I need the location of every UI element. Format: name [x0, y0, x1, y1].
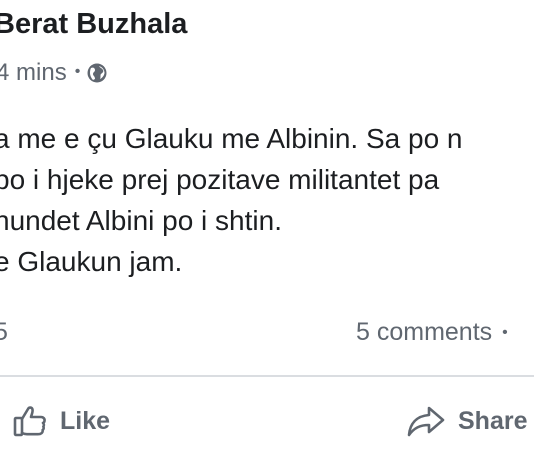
share-label: Share — [458, 406, 528, 435]
like-label: Like — [60, 406, 111, 435]
engagement-counts: 5 5 comments • — [0, 318, 534, 350]
post-body: a me e çu Glauku me Albinin. Sa po n po … — [0, 118, 463, 282]
post-body-line: a me e çu Glauku me Albinin. Sa po n — [0, 123, 463, 154]
meta-separator: • — [74, 63, 81, 80]
globe-icon — [86, 62, 108, 84]
post-author-name[interactable]: Berat Buzhala — [0, 8, 187, 41]
like-button[interactable]: Like — [12, 398, 110, 444]
actions-divider — [0, 375, 534, 377]
post-meta: 4 mins • — [0, 58, 108, 88]
counts-separator: • — [502, 324, 508, 341]
comments-count-label: 5 comments — [356, 318, 493, 346]
post-body-line: hundet Albini po i shtin. — [0, 205, 282, 236]
post-body-line: po i hjeke prej pozitave militantet pa — [0, 164, 440, 195]
post-body-line: e Glaukun jam. — [0, 246, 183, 277]
share-arrow-icon — [406, 403, 446, 439]
share-button[interactable]: Share — [406, 398, 527, 444]
thumbs-up-icon — [12, 403, 48, 439]
comments-count-link[interactable]: 5 comments • — [356, 318, 508, 347]
post-timestamp[interactable]: 4 mins — [0, 59, 67, 87]
reactions-count[interactable]: 5 — [0, 318, 8, 347]
